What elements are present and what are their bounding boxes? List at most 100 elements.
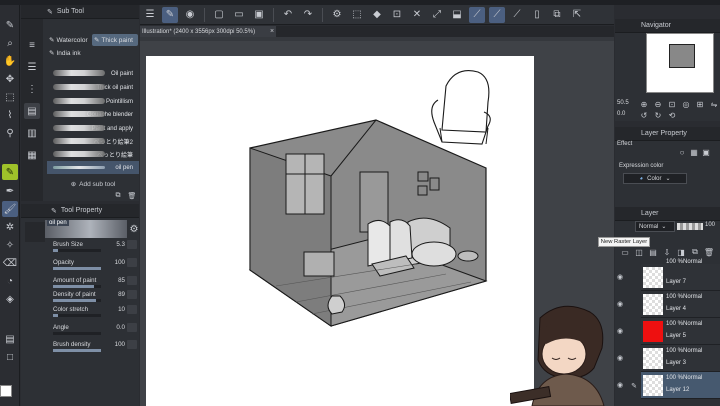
trash-icon[interactable]: 🗑 [703,247,715,257]
value-bar[interactable] [53,349,101,352]
export-icon[interactable]: ⇱ [569,7,585,23]
brush-tool-icon[interactable]: 🖌 [2,201,18,217]
opacity-value[interactable]: 100 [705,222,715,228]
copy-icon[interactable]: ⧉ [549,7,565,23]
transform-icon[interactable]: ⤢ [429,7,445,23]
close-icon[interactable]: × [268,27,276,36]
layer-fill-icon[interactable]: ⬓ [449,7,465,23]
rotate-right-icon[interactable]: ↻ [653,110,663,120]
new-file-icon[interactable]: ▢ [211,7,227,23]
brush-item[interactable]: Gouache blender [47,108,139,121]
folder-icon[interactable]: ▭ [231,7,247,23]
tab-india-ink[interactable]: ✎ India ink [47,47,91,59]
brush-item[interactable]: Oil paint [47,67,139,80]
tab-thick-paint[interactable]: ✎ Thick paint [92,34,138,46]
value-bar[interactable] [53,285,101,288]
layer-row-4[interactable]: 100 %Normal Layer 4 [641,291,720,318]
navigator-thumbnail[interactable] [646,33,714,93]
brush-item[interactable]: べっとり絵筆 [47,148,139,161]
merge-icon[interactable]: ⇩ [661,247,673,257]
tone-icon[interactable]: ▦ [689,147,699,157]
border-effect-icon[interactable]: ○ [677,147,687,157]
gradient-icon[interactable]: ▤ [2,331,18,347]
pen-icon[interactable]: ✎ [2,17,18,33]
eye-icon[interactable]: ◉ [617,381,625,389]
fit-icon[interactable]: ⊡ [667,99,677,109]
grip-icon[interactable]: ⋮ [24,81,40,97]
panel-menu-icon[interactable]: ≡ [24,37,40,53]
layer-row-5[interactable]: 100 %Normal Layer 5 [641,318,720,345]
settings-icon[interactable]: ⚙ [329,7,345,23]
flip-icon[interactable]: ⇋ [709,99,719,109]
group-icon[interactable]: ☰ [24,59,40,75]
stepper[interactable] [127,305,137,314]
add-subtool-button[interactable]: ⊕ Add sub tool [47,178,139,190]
zoom-value[interactable]: 50.5 [617,100,629,106]
rotation-value[interactable]: 0.0 [617,111,625,117]
stepper[interactable] [127,340,137,349]
value-bar[interactable] [53,332,101,335]
brush-item[interactable]: Paint and apply [47,122,139,135]
eyedropper-icon[interactable]: ⚲ [2,125,18,141]
stepper[interactable] [127,323,137,332]
value-bar[interactable] [53,314,101,317]
copy-icon[interactable]: ⧉ [689,247,701,257]
figure-icon[interactable]: □ [2,349,18,365]
ink-pen-icon[interactable]: ✒ [2,183,18,199]
wrench-icon[interactable]: ⚙ [129,224,139,235]
artboard[interactable] [146,56,534,406]
brush-icon[interactable]: ✎ [162,6,178,23]
redo-icon[interactable]: ↷ [300,7,316,23]
tab-watercolor[interactable]: ✎ Watercolor [47,34,91,46]
lasso-icon[interactable]: ⌇ [2,107,18,123]
eye-icon[interactable]: ◉ [617,273,625,281]
stepper[interactable] [127,258,137,267]
eye-icon[interactable]: ◉ [617,327,625,335]
value-bar[interactable] [53,249,101,252]
crop-icon[interactable]: ⊡ [389,7,405,23]
fill-bucket-icon[interactable]: ◆ [369,7,385,23]
actual-size-icon[interactable]: ◎ [681,99,691,109]
layer-row-12[interactable]: 100 %Normal Layer 12 [641,372,720,399]
expression-color-select[interactable]: ◕ Color ⌄ [623,173,687,184]
selection-icon[interactable]: ⬚ [2,89,18,105]
value-bar[interactable] [53,299,101,302]
pencil-tool-icon[interactable]: ✎ [2,164,18,180]
airbrush-icon[interactable]: ✲ [2,219,18,235]
document-tab[interactable]: Illustration* (2400 x 3556px 300dpi 50.5… [140,26,276,37]
group-icon[interactable]: ▦ [24,147,40,163]
clear-icon[interactable]: ✕ [409,7,425,23]
brush-item-selected[interactable]: oil pen [47,161,139,174]
blend-icon[interactable]: ◔ [2,273,18,289]
stepper[interactable] [127,290,137,299]
new-vector-layer-icon[interactable]: ◫ [633,247,645,257]
group-icon[interactable]: ▥ [24,125,40,141]
stepper[interactable] [127,276,137,285]
move-icon[interactable]: ✥ [2,71,18,87]
snap-ruler-icon[interactable]: ⟋ [469,6,485,23]
main-color-swatch[interactable] [0,385,12,397]
group-icon[interactable]: ▤ [24,103,40,119]
selection-icon[interactable]: ⬚ [349,7,365,23]
blend-mode-select[interactable]: Normal ⌄ [635,221,675,232]
opacity-slider[interactable] [677,223,703,230]
stepper[interactable] [127,240,137,249]
mask-icon[interactable]: ◨ [675,247,687,257]
zoom-in-icon[interactable]: ⊕ [639,99,649,109]
fill-icon[interactable]: ◈ [2,291,18,307]
copy-icon[interactable]: ⧉ [113,191,123,201]
hand-icon[interactable]: ✋ [2,53,18,69]
eye-icon[interactable]: ◉ [617,300,625,308]
zoom-out-icon[interactable]: ⊖ [653,99,663,109]
new-folder-icon[interactable]: ▤ [647,247,659,257]
layer-row-7[interactable]: Layer 7 [641,264,720,291]
layer-row-3[interactable]: 100 %Normal Layer 3 [641,345,720,372]
brush-item[interactable]: べっとり絵筆2 [47,135,139,148]
menu-icon[interactable]: ☰ [142,7,158,23]
save-icon[interactable]: ▣ [251,7,267,23]
value-bar[interactable] [53,267,101,270]
brush-item[interactable]: Thick oil paint [47,81,139,94]
reset-rotation-icon[interactable]: ⟲ [667,110,677,120]
eye-icon[interactable]: ◉ [617,354,625,362]
trash-icon[interactable]: 🗑 [127,191,137,201]
